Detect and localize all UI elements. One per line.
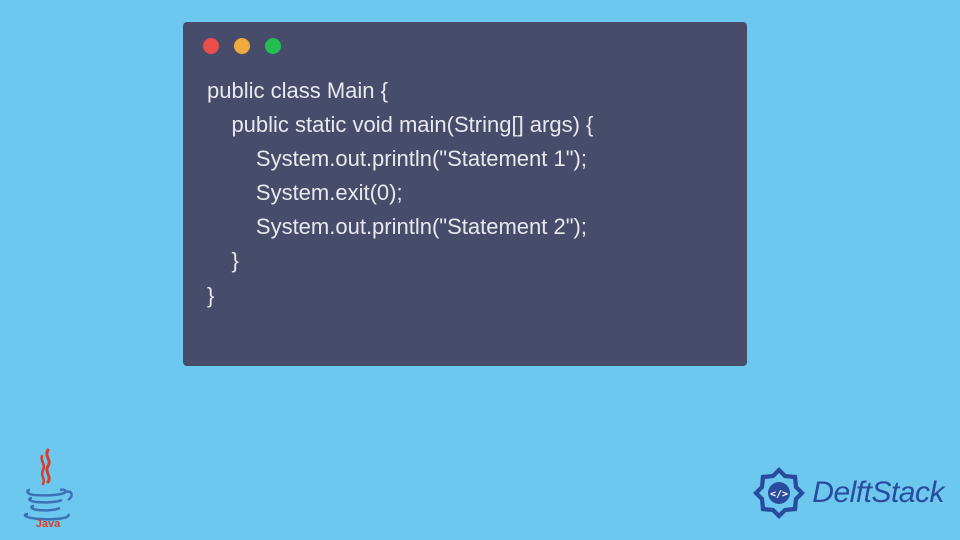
java-logo-icon: Java <box>18 448 78 528</box>
code-window: public class Main { public static void m… <box>183 22 747 366</box>
close-icon <box>203 38 219 54</box>
code-line: } <box>207 283 214 308</box>
code-line: System.out.println("Statement 1"); <box>207 146 587 171</box>
code-line: System.exit(0); <box>207 180 403 205</box>
svg-text:</>: </> <box>770 489 788 500</box>
code-line: } <box>207 248 239 273</box>
code-line: System.out.println("Statement 2"); <box>207 214 587 239</box>
minimize-icon <box>234 38 250 54</box>
window-controls <box>183 22 747 54</box>
maximize-icon <box>265 38 281 54</box>
brand-name: DelftStack <box>812 476 944 510</box>
code-line: public class Main { <box>207 78 388 103</box>
delftstack-logo: </> DelftStack <box>750 464 944 522</box>
delftstack-badge-icon: </> <box>750 464 808 522</box>
svg-text:Java: Java <box>36 518 61 528</box>
code-block: public class Main { public static void m… <box>183 54 747 333</box>
code-line: public static void main(String[] args) { <box>207 112 593 137</box>
